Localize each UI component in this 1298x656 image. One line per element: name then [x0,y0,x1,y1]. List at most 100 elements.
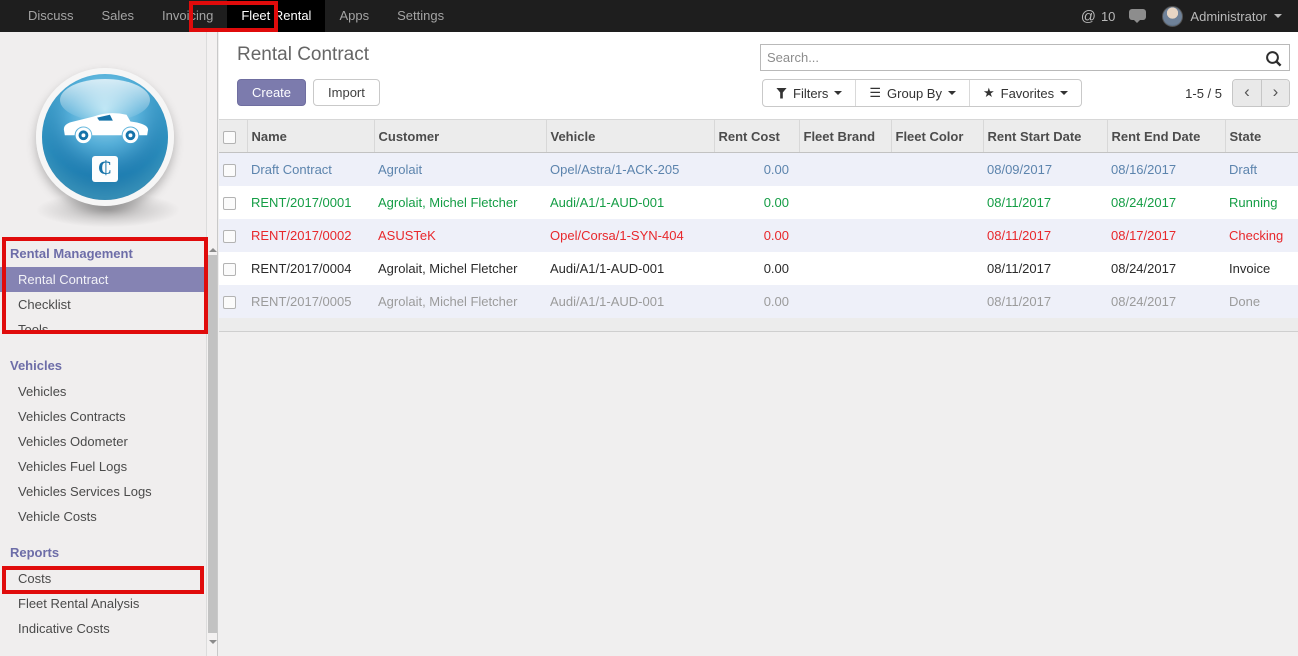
row-select-cell [219,219,247,252]
mention-count: 10 [1101,9,1115,24]
table-row-rent-2017-0002[interactable]: RENT/2017/0002ASUSTeKOpel/Corsa/1-SYN-40… [219,219,1298,252]
column-header-rent-start-date[interactable]: Rent Start Date [983,120,1107,153]
dropdown-label: Filters [793,86,828,101]
row-checkbox[interactable] [223,296,236,309]
pager-previous-button[interactable]: ‹ [1233,80,1261,106]
cell-rent-cost: 0.00 [714,285,799,318]
select-all-checkbox[interactable] [223,131,236,144]
row-checkbox[interactable] [223,197,236,210]
select-all-header-cell [219,120,247,153]
nav-item-invoicing[interactable]: Invoicing [148,0,227,32]
column-header-customer[interactable]: Customer [374,120,546,153]
cell-fleet-color [891,153,983,186]
nav-item-discuss[interactable]: Discuss [14,0,88,32]
filters-dropdown-button[interactable]: Filters [763,80,855,106]
row-checkbox[interactable] [223,230,236,243]
cell-rent-end: 08/16/2017 [1107,153,1225,186]
sidebar-item-vehicles-fuel-logs[interactable]: Vehicles Fuel Logs [0,454,217,479]
sidebar-item-indicative-costs[interactable]: Indicative Costs [0,616,217,641]
column-header-state[interactable]: State [1225,120,1298,153]
navbar-right: @ 10 Administrator [1081,0,1298,32]
group-by-dropdown-button[interactable]: ☰Group By [855,80,969,106]
column-header-rent-end-date[interactable]: Rent End Date [1107,120,1225,153]
search-input[interactable] [761,45,1289,70]
cell-rent-start: 08/11/2017 [983,219,1107,252]
dropdown-label: Group By [887,86,942,101]
cell-fleet-brand [799,285,891,318]
sidebar-item-checklist[interactable]: Checklist [0,292,217,317]
cell-rent-start: 08/11/2017 [983,252,1107,285]
menu-section-configuration: ConfigurationVehicle Status [0,651,217,656]
row-select-cell [219,186,247,219]
column-header-fleet-color[interactable]: Fleet Color [891,120,983,153]
cell-fleet-color [891,252,983,285]
user-name: Administrator [1190,9,1267,24]
nav-item-fleet-rental[interactable]: Fleet Rental [227,0,325,32]
mentions-counter[interactable]: @ 10 [1081,8,1116,25]
favorites-dropdown-button[interactable]: ★Favorites [969,80,1081,106]
table-row-draft-contract[interactable]: Draft ContractAgrolaitOpel/Astra/1-ACK-2… [219,153,1298,186]
cell-fleet-brand [799,252,891,285]
cell-rent-end: 08/24/2017 [1107,186,1225,219]
sidebar-item-vehicles-services-logs[interactable]: Vehicles Services Logs [0,479,217,504]
cell-fleet-brand [799,186,891,219]
cell-rent-cost: 0.00 [714,186,799,219]
chat-bubble-icon[interactable] [1129,9,1148,24]
create-button[interactable]: Create [237,79,306,106]
import-button[interactable]: Import [313,79,380,106]
table-row-rent-2017-0005[interactable]: RENT/2017/0005Agrolait, Michel FletcherA… [219,285,1298,318]
main-content: Rental Contract Create Import Filters☰Gr… [219,32,1298,656]
column-header-name[interactable]: Name [247,120,374,153]
sidebar-item-vehicle-costs[interactable]: Vehicle Costs [0,504,217,529]
menu-section-rental-management: Rental ManagementRental ContractChecklis… [0,240,217,342]
user-menu[interactable]: Administrator [1162,6,1282,27]
row-select-cell [219,285,247,318]
nav-item-settings[interactable]: Settings [383,0,458,32]
scrollbar-thumb[interactable] [208,255,217,633]
row-select-cell [219,252,247,285]
sidebar-item-vehicles-odometer[interactable]: Vehicles Odometer [0,429,217,454]
search-icon[interactable] [1265,50,1282,67]
sidebar-item-tools[interactable]: Tools [0,317,217,342]
table-row-rent-2017-0004[interactable]: RENT/2017/0004Agrolait, Michel FletcherA… [219,252,1298,285]
cell-customer: Agrolait [374,153,546,186]
table-row-rent-2017-0001[interactable]: RENT/2017/0001Agrolait, Michel FletcherA… [219,186,1298,219]
pager-next-button[interactable]: › [1261,80,1289,106]
row-select-cell [219,153,247,186]
cell-vehicle: Opel/Astra/1-ACK-205 [546,153,714,186]
nav-item-apps[interactable]: Apps [325,0,383,32]
scroll-up-icon[interactable] [209,244,217,252]
sidebar: ₵ Rental ManagementRental ContractCheckl… [0,32,218,656]
at-icon: @ [1081,8,1096,25]
control-panel: Rental Contract Create Import Filters☰Gr… [219,32,1298,119]
column-header-rent-cost[interactable]: Rent Cost [714,120,799,153]
row-checkbox[interactable] [223,164,236,177]
column-header-vehicle[interactable]: Vehicle [546,120,714,153]
sidebar-item-vehicles[interactable]: Vehicles [0,379,217,404]
cell-state: Done [1225,285,1298,318]
top-navbar: DiscussSalesInvoicingFleet RentalAppsSet… [0,0,1298,32]
chevron-down-icon [1060,91,1068,99]
sidebar-scrollbar[interactable] [206,32,217,656]
cell-rent-start: 08/11/2017 [983,285,1107,318]
cell-name: Draft Contract [247,153,374,186]
column-header-fleet-brand[interactable]: Fleet Brand [799,120,891,153]
cell-state: Running [1225,186,1298,219]
row-checkbox[interactable] [223,263,236,276]
chevron-down-icon [1274,14,1282,22]
sidebar-item-rental-contract[interactable]: Rental Contract [0,267,217,292]
sidebar-item-vehicles-contracts[interactable]: Vehicles Contracts [0,404,217,429]
cell-fleet-color [891,219,983,252]
cell-customer: Agrolait, Michel Fletcher [374,186,546,219]
favorites-star-icon: ★ [983,85,995,101]
cell-rent-end: 08/24/2017 [1107,285,1225,318]
cell-name: RENT/2017/0005 [247,285,374,318]
cell-vehicle: Audi/A1/1-AUD-001 [546,186,714,219]
sidebar-item-fleet-rental-analysis[interactable]: Fleet Rental Analysis [0,591,217,616]
sidebar-item-costs[interactable]: Costs [0,566,217,591]
nav-item-sales[interactable]: Sales [88,0,149,32]
cell-state: Checking [1225,219,1298,252]
scroll-down-icon[interactable] [209,640,217,648]
cell-state: Draft [1225,153,1298,186]
menu-section-title: Configuration [0,651,217,656]
